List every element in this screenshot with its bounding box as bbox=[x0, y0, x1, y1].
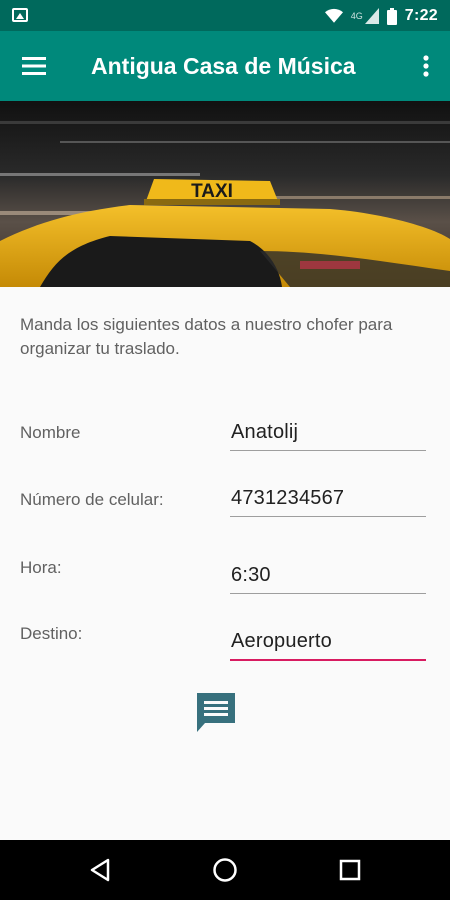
form-content: Manda los siguientes datos a nuestro cho… bbox=[0, 287, 450, 840]
status-icons: 4G 7:22 bbox=[324, 6, 438, 26]
time-label: Hora: bbox=[20, 558, 62, 577]
cellular-signal-icon bbox=[364, 8, 379, 24]
destination-field[interactable]: Aeropuerto bbox=[230, 621, 426, 661]
home-icon[interactable] bbox=[209, 854, 241, 886]
phone-label: Número de celular: bbox=[20, 490, 164, 509]
destination-label: Destino: bbox=[20, 624, 83, 643]
intro-text: Manda los siguientes datos a nuestro cho… bbox=[20, 315, 393, 358]
app-bar: Antigua Casa de Música bbox=[0, 31, 450, 101]
wifi-icon bbox=[324, 8, 343, 23]
status-time: 7:22 bbox=[404, 7, 438, 24]
destination-field-value: Aeropuerto bbox=[231, 630, 332, 652]
navigation-bar bbox=[0, 840, 450, 900]
recents-icon[interactable] bbox=[334, 854, 366, 886]
more-vert-icon[interactable] bbox=[412, 48, 440, 84]
name-label: Nombre bbox=[20, 423, 81, 442]
status-bar: 4G 7:22 bbox=[0, 0, 450, 31]
name-field[interactable]: Anatolij bbox=[230, 411, 426, 451]
time-field-value: 6:30 bbox=[231, 564, 271, 586]
hamburger-menu-icon[interactable] bbox=[14, 48, 54, 84]
phone-field-value: 4731234567 bbox=[231, 487, 345, 509]
taxi-sign-text: TAXI bbox=[191, 181, 233, 202]
battery-icon bbox=[386, 7, 397, 25]
network-type-label: 4G bbox=[350, 11, 363, 21]
name-field-value: Anatolij bbox=[231, 421, 299, 443]
back-icon[interactable] bbox=[84, 854, 116, 886]
message-icon bbox=[197, 693, 235, 732]
phone-field[interactable]: 4731234567 bbox=[230, 477, 426, 517]
taxi-hero-image: TAXI bbox=[0, 101, 450, 287]
send-message-button[interactable] bbox=[194, 690, 238, 734]
time-field[interactable]: 6:30 bbox=[230, 554, 426, 594]
page-title: Antigua Casa de Música bbox=[91, 53, 356, 79]
image-notification-icon bbox=[12, 8, 28, 22]
